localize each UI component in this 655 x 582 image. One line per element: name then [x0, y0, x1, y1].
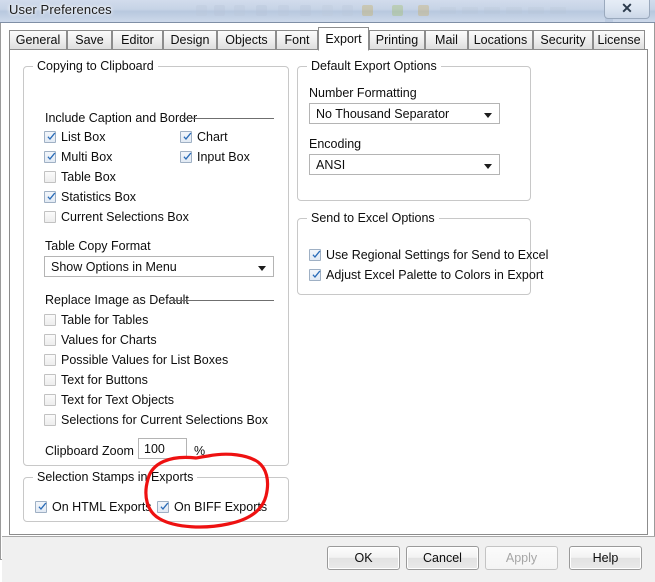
checkbox-label: Table Box: [61, 170, 116, 184]
checkbox-box: [44, 151, 56, 163]
group-title-copying-to-clipboard: Copying to Clipboard: [33, 59, 158, 73]
tab-export[interactable]: Export: [318, 27, 369, 51]
tab-font[interactable]: Font: [276, 30, 318, 50]
window-title-bar: User Preferences ✕: [0, 0, 655, 22]
checkbox-box: [157, 501, 169, 513]
tab-mail[interactable]: Mail: [425, 30, 468, 50]
checkbox-label: Table for Tables: [61, 313, 149, 327]
checkbox-label: Adjust Excel Palette to Colors in Export: [326, 268, 544, 282]
dialog-client-area: General Save Editor Design Objects Font …: [9, 27, 648, 535]
label-replace-image-as-default: Replace Image as Default: [45, 293, 189, 307]
checkbox-box: [35, 501, 47, 513]
checkbox-box: [44, 374, 56, 386]
clipboard-zoom-unit: %: [194, 444, 206, 458]
tab-design[interactable]: Design: [163, 30, 217, 50]
checkbox-label: List Box: [61, 130, 106, 144]
checkbox-box: [44, 354, 56, 366]
chevron-down-icon: [484, 164, 492, 169]
select-value: Show Options in Menu: [51, 260, 177, 274]
ok-button[interactable]: OK: [327, 546, 400, 570]
checkbox-box: [180, 151, 192, 163]
select-encoding[interactable]: ANSI: [309, 154, 500, 175]
tab-editor[interactable]: Editor: [112, 30, 163, 50]
clipboard-zoom-value: 100: [144, 442, 165, 456]
select-number-formatting[interactable]: No Thousand Separator: [309, 103, 500, 124]
user-preferences-dialog: User Preferences ✕ General Save Editor D…: [0, 0, 655, 582]
checkbox-label: Selections for Current Selections Box: [61, 413, 269, 427]
label-table-copy-format: Table Copy Format: [45, 239, 151, 253]
checkbox-box: [44, 191, 56, 203]
tab-license[interactable]: License: [593, 30, 645, 50]
checkbox-box: [180, 131, 192, 143]
checkbox-label: Current Selections Box: [61, 210, 189, 224]
checkbox-box: [44, 171, 56, 183]
select-value: No Thousand Separator: [316, 107, 450, 121]
close-icon[interactable]: ✕: [604, 0, 650, 19]
label-include-caption-and-border: Include Caption and Border: [45, 111, 198, 125]
close-glyph: ✕: [621, 0, 633, 16]
tab-general[interactable]: General: [9, 30, 67, 50]
chevron-down-icon: [484, 113, 492, 118]
checkbox-label: Use Regional Settings for Send to Excel: [326, 248, 549, 262]
checkbox-label: Chart: [197, 130, 228, 144]
tab-printing[interactable]: Printing: [369, 30, 425, 50]
checkbox-box: [44, 131, 56, 143]
label-number-formatting: Number Formatting: [309, 86, 417, 100]
preferences-tab-strip: General Save Editor Design Objects Font …: [9, 27, 648, 51]
cancel-button[interactable]: Cancel: [406, 546, 479, 570]
export-tab-panel: Copying to Clipboard Include Caption and…: [9, 49, 648, 535]
help-button[interactable]: Help: [569, 546, 642, 570]
checkbox-label: Multi Box: [61, 150, 113, 164]
checkbox-label: Input Box: [197, 150, 250, 164]
clipboard-zoom-input[interactable]: 100: [138, 438, 187, 459]
select-value: ANSI: [316, 158, 346, 172]
checkbox-label: Values for Charts: [61, 333, 157, 347]
tab-locations[interactable]: Locations: [468, 30, 533, 50]
checkbox-box: [44, 211, 56, 223]
checkbox-box: [44, 314, 56, 326]
group-title-send-to-excel-options: Send to Excel Options: [307, 211, 439, 225]
checkbox-label: On BIFF Exports: [174, 500, 268, 514]
dialog-body: General Save Editor Design Objects Font …: [0, 23, 655, 582]
apply-button: Apply: [485, 546, 558, 570]
checkbox-label: Text for Text Objects: [61, 393, 175, 407]
select-table-copy-format[interactable]: Show Options in Menu: [44, 256, 274, 277]
label-clipboard-zoom: Clipboard Zoom: [45, 444, 134, 458]
checkbox-box: [44, 334, 56, 346]
tab-objects[interactable]: Objects: [217, 30, 276, 50]
group-title-default-export-options: Default Export Options: [307, 59, 441, 73]
group-title-selection-stamps: Selection Stamps in Exports: [33, 470, 198, 484]
checkbox-box: [309, 249, 321, 261]
chevron-down-icon: [258, 266, 266, 271]
label-encoding: Encoding: [309, 137, 362, 151]
window-title: User Preferences: [9, 2, 112, 17]
checkbox-label: Statistics Box: [61, 190, 137, 204]
tab-save[interactable]: Save: [67, 30, 112, 50]
checkbox-label: Text for Buttons: [61, 373, 148, 387]
rule-replace-image-as-default: [170, 300, 274, 301]
checkbox-box: [44, 414, 56, 426]
checkbox-label: On HTML Exports: [52, 500, 152, 514]
tab-security[interactable]: Security: [533, 30, 593, 50]
rule-include-caption-and-border: [182, 118, 274, 119]
checkbox-box: [309, 269, 321, 281]
checkbox-box: [44, 394, 56, 406]
checkbox-label: Possible Values for List Boxes: [61, 353, 229, 367]
